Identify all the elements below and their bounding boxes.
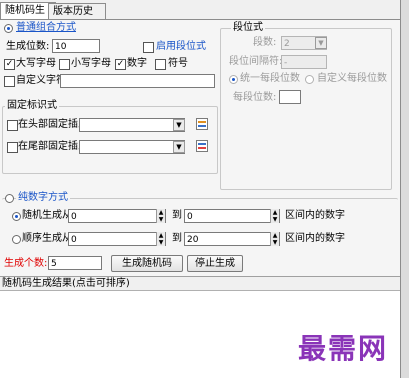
edit-list-icon[interactable] — [196, 140, 208, 152]
watermark-logo: 最需网 — [298, 332, 389, 365]
segment-separator-label: 段位间隔符: — [229, 56, 283, 67]
tail-insert-select[interactable] — [79, 140, 185, 154]
random-to-input[interactable]: 0 — [184, 209, 280, 223]
spinner-icon[interactable]: ▲ ▼ — [270, 232, 279, 246]
seq-to-input[interactable]: 20 — [184, 232, 280, 246]
lowercase-checkbox[interactable] — [59, 59, 70, 70]
range-label: 区间内的数字 — [285, 233, 345, 244]
settings-panel: 普通组合方式 生成位数: 10 启用段位式 ✓ 大写字母 小写字母 ✓ 数字 符… — [0, 19, 400, 276]
uniform-segment-radio[interactable] — [229, 75, 238, 84]
head-insert-select[interactable] — [79, 118, 185, 132]
sequential-gen-radio[interactable] — [12, 235, 21, 244]
fixed-marker-title: 固定标识式 — [5, 100, 59, 112]
to-label: 到 — [172, 210, 182, 221]
enable-segments-checkbox[interactable] — [143, 42, 154, 53]
numeric-mode-label[interactable]: 纯数字方式 — [16, 192, 70, 204]
digits-label: 数字 — [127, 58, 147, 69]
random-gen-label: 随机生成从 — [22, 210, 72, 221]
custom-chars-label: 自定义字符 — [16, 75, 66, 86]
symbols-label: 符号 — [168, 58, 188, 69]
count-label: 生成个数: — [4, 258, 48, 269]
scrollbar[interactable] — [400, 0, 409, 378]
generate-button[interactable]: 生成随机码 — [111, 255, 183, 272]
head-insert-checkbox[interactable] — [7, 120, 18, 131]
tail-insert-checkbox[interactable] — [7, 142, 18, 153]
mode-normal-radio[interactable] — [4, 24, 13, 33]
mode-normal-label[interactable]: 普通组合方式 — [16, 22, 76, 34]
tab-version-history[interactable]: 版本历史 — [48, 3, 106, 20]
lowercase-label: 小写字母 — [71, 58, 111, 69]
tab-bar: 随机码生成 版本历史 — [0, 0, 409, 32]
range-label: 区间内的数字 — [285, 210, 345, 221]
tail-insert-label: 在尾部固定插入 — [18, 141, 88, 152]
stop-button[interactable]: 停止生成 — [187, 255, 243, 272]
segment-separator-input[interactable]: - — [281, 55, 327, 69]
random-from-input[interactable]: 0 — [68, 209, 166, 223]
chevron-down-icon[interactable]: ▼ — [173, 119, 185, 131]
count-input[interactable]: 5 — [48, 256, 102, 270]
chevron-down-icon[interactable]: ▼ — [173, 141, 185, 153]
numeric-mode-radio[interactable] — [5, 194, 14, 203]
seq-from-input[interactable]: 0 — [68, 232, 166, 246]
enable-segments-label[interactable]: 启用段位式 — [156, 41, 206, 53]
head-insert-label: 在头部固定插入 — [18, 119, 88, 130]
length-input[interactable]: 10 — [52, 39, 100, 53]
per-segment-label: 每段位数: — [233, 92, 277, 103]
numeric-group: 纯数字方式 随机生成从 0 ▲ ▼ 到 0 ▲ ▼ 区间内的数字 顺序生成从 0 ▲… — [2, 192, 398, 255]
edit-list-icon[interactable] — [196, 118, 208, 130]
uniform-segment-label: 统一每段位数 — [240, 73, 300, 84]
fixed-marker-group: 固定标识式 在头部固定插入 ▼ 在尾部固定插入 ▼ — [2, 100, 218, 174]
spinner-icon[interactable]: ▲ ▼ — [156, 232, 165, 246]
custom-segment-radio[interactable] — [305, 75, 314, 84]
chevron-down-icon[interactable]: ▼ — [315, 37, 327, 49]
digits-checkbox[interactable]: ✓ — [115, 59, 126, 70]
custom-chars-checkbox[interactable] — [4, 76, 15, 87]
segment-group-title: 段位式 — [231, 22, 265, 34]
random-gen-radio[interactable] — [12, 212, 21, 221]
custom-chars-input[interactable] — [60, 74, 215, 88]
uppercase-checkbox[interactable]: ✓ — [4, 59, 15, 70]
segment-count-label: 段数: — [253, 37, 277, 48]
symbols-checkbox[interactable] — [155, 59, 166, 70]
spinner-icon[interactable]: ▲ ▼ — [156, 209, 165, 223]
length-label: 生成位数: — [6, 41, 50, 52]
to-label: 到 — [172, 233, 182, 244]
per-segment-input[interactable] — [279, 90, 301, 104]
results-header[interactable]: 随机码生成结果(点击可排序) — [0, 277, 400, 291]
segment-group: 段位式 段数: 2 ▼ 段位间隔符: - 统一每段位数 自定义每段位数 每段位数… — [220, 22, 392, 190]
uppercase-label: 大写字母 — [16, 58, 56, 69]
spinner-icon[interactable]: ▲ ▼ — [270, 209, 279, 223]
custom-segment-label: 自定义每段位数 — [317, 73, 387, 84]
sequential-gen-label: 顺序生成从 — [22, 233, 72, 244]
